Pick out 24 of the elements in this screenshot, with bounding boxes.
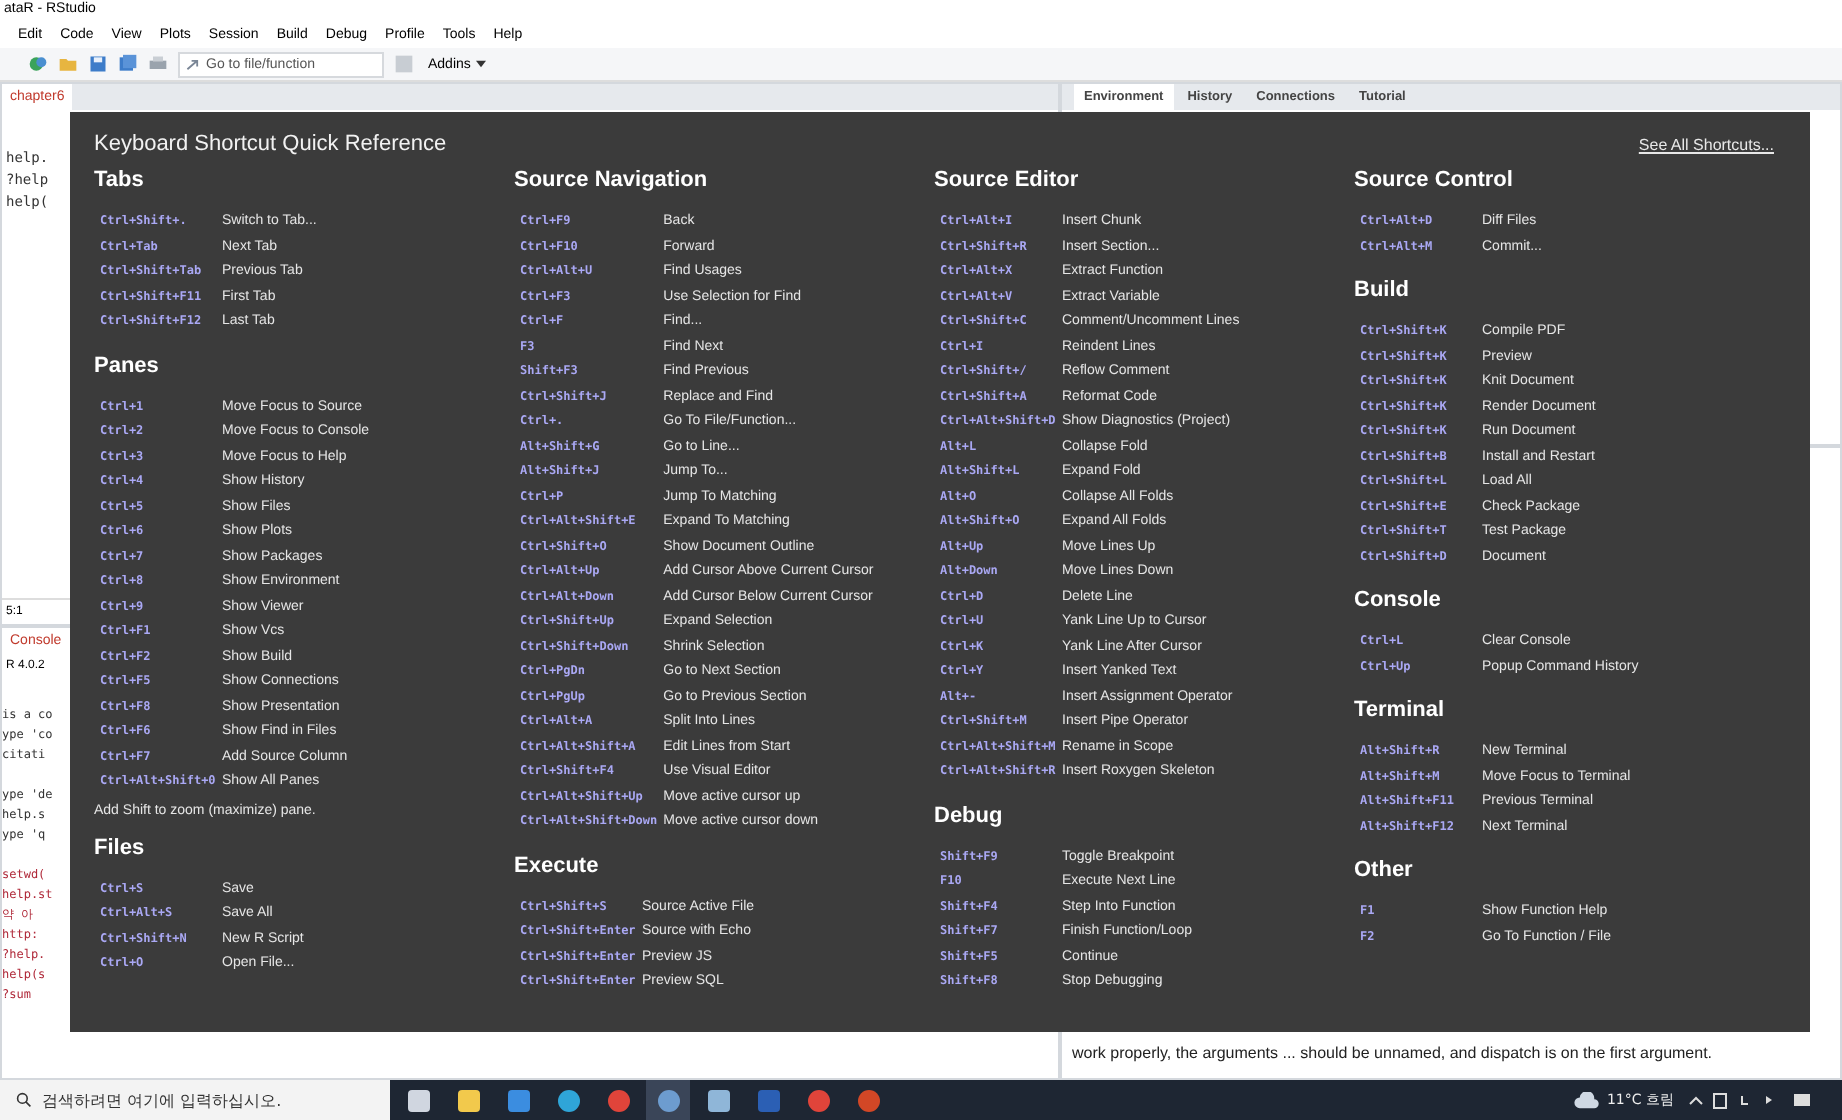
search-icon bbox=[16, 1092, 32, 1108]
help-text: work properly, the arguments ... should be unnamed, and dispatch is on the first argument. bbox=[1072, 1044, 1713, 1062]
cloud-icon bbox=[1574, 1091, 1601, 1109]
section-heading: Panes bbox=[94, 353, 159, 377]
section-heading: Source Navigation bbox=[514, 168, 708, 192]
section-heading: Source Editor bbox=[934, 168, 1079, 192]
section-heading: Other bbox=[1354, 858, 1413, 882]
section-heading: Build bbox=[1354, 278, 1409, 302]
section-heading: Debug bbox=[934, 803, 1003, 827]
see-all-shortcuts-link[interactable]: See All Shortcuts... bbox=[1638, 135, 1774, 153]
overlay-title: Keyboard Shortcut Quick Reference bbox=[94, 132, 447, 156]
taskbar-search-box[interactable]: 검색하려면 여기에 입력하십시오. bbox=[0, 1080, 390, 1120]
save-icon[interactable] bbox=[88, 54, 108, 74]
caret-icon bbox=[476, 59, 487, 68]
section-heading: Tabs bbox=[94, 168, 144, 192]
print-icon[interactable] bbox=[148, 54, 168, 74]
section-heading: Source Control bbox=[1354, 168, 1513, 192]
section-heading: Files bbox=[94, 835, 145, 859]
section-heading: Terminal bbox=[1354, 698, 1445, 722]
save-all-icon[interactable] bbox=[118, 54, 138, 74]
section-heading: Console bbox=[1354, 588, 1441, 612]
taskbar-search-field[interactable]: 검색하려면 여기에 입력하십시오. bbox=[42, 1091, 382, 1109]
arrow-icon bbox=[186, 57, 200, 71]
section-heading: Execute bbox=[514, 853, 599, 877]
